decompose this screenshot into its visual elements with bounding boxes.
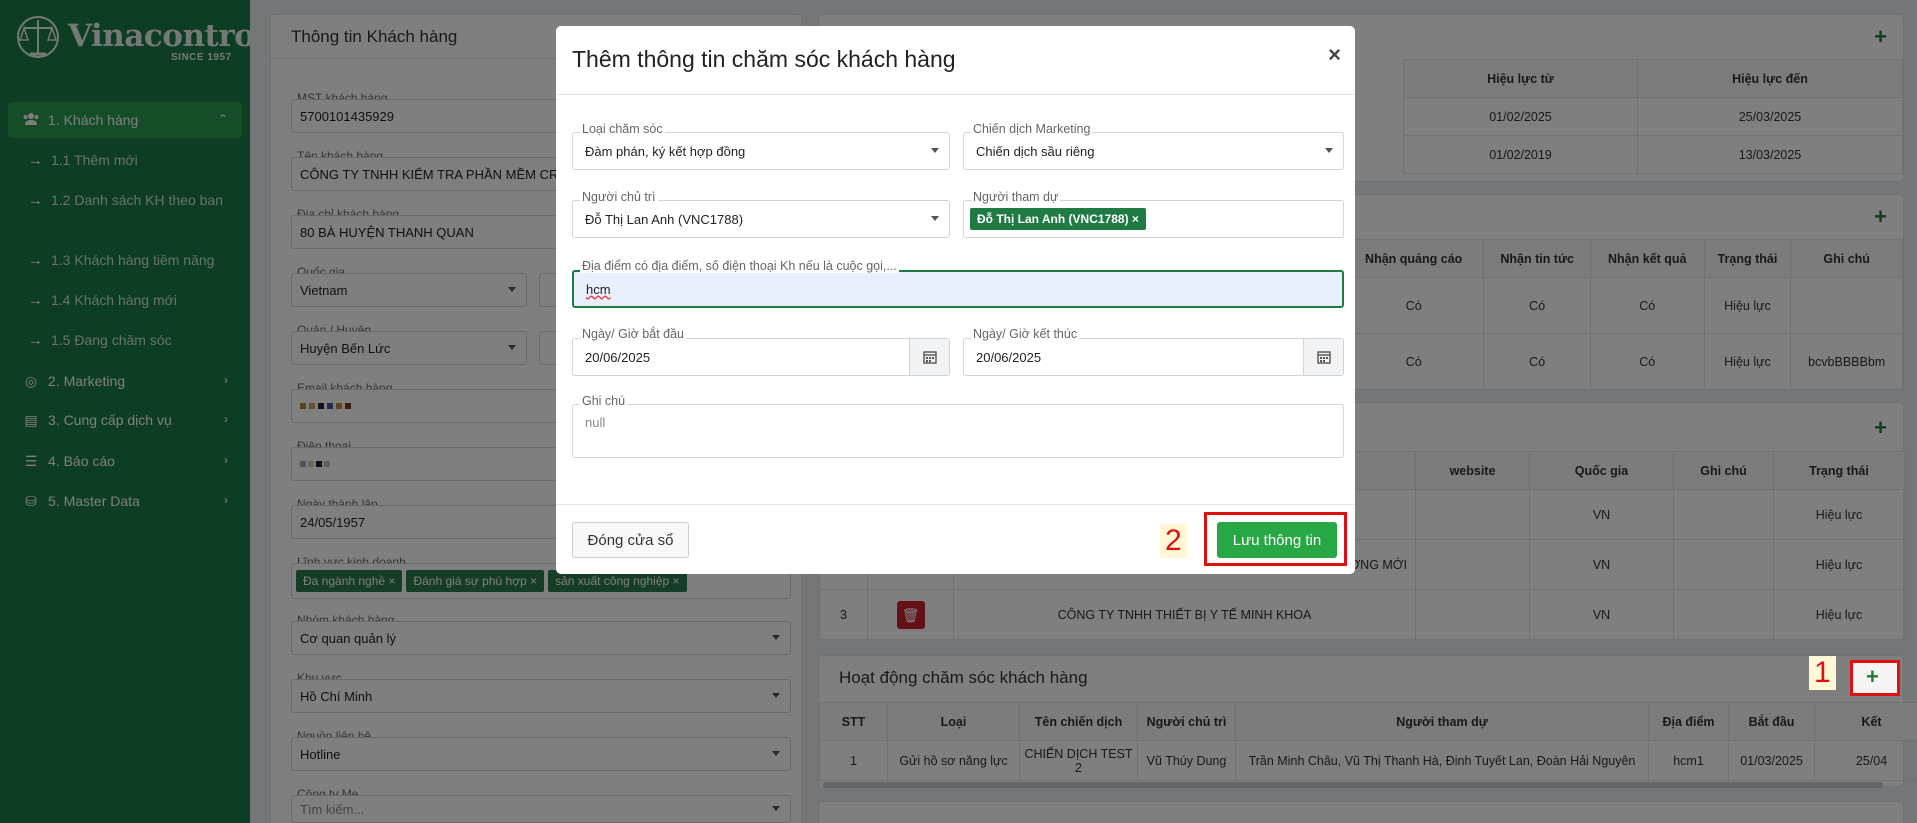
location-label: Địa điểm có địa điểm, số điện thoại Kh n…	[580, 259, 899, 273]
divider	[556, 504, 1355, 505]
close-window-button[interactable]: Đóng cửa sổ	[572, 522, 689, 558]
host-label: Người chủ trì	[580, 190, 658, 204]
host-select[interactable]: Đỗ Thị Lan Anh (VNC1788)	[572, 200, 950, 238]
location-value: hcm	[586, 281, 611, 297]
save-button[interactable]: Lưu thông tin	[1217, 522, 1337, 558]
start-date-label: Ngày/ Giờ bắt đầu	[580, 327, 687, 341]
end-date-value: 20/06/2025	[976, 349, 1042, 365]
campaign-value: Chiến dịch sầu riêng	[976, 143, 1095, 159]
campaign-select[interactable]: Chiến dịch sầu riêng	[963, 132, 1344, 170]
start-date-value: 20/06/2025	[585, 349, 651, 365]
attendees-label: Người tham dự	[971, 190, 1061, 204]
tag-remove-icon[interactable]: ×	[1132, 212, 1139, 226]
caret-down-icon	[931, 148, 939, 153]
calendar-button[interactable]	[909, 339, 949, 375]
campaign-label: Chiến dịch Marketing	[971, 122, 1093, 136]
modal-title: Thêm thông tin chăm sóc khách hàng	[572, 46, 956, 72]
calendar-icon	[1316, 351, 1331, 364]
caret-down-icon	[931, 216, 939, 221]
attendee-tag[interactable]: Đỗ Thị Lan Anh (VNC1788) ×	[970, 208, 1146, 230]
care-type-select[interactable]: Đàm phán, ký kết hợp đồng	[572, 132, 950, 170]
care-info-modal: Thêm thông tin chăm sóc khách hàng × Đàm…	[556, 26, 1355, 574]
close-icon[interactable]: ×	[1328, 42, 1341, 68]
note-placeholder: null	[585, 415, 606, 430]
end-date-input[interactable]: 20/06/2025	[963, 338, 1344, 376]
calendar-button[interactable]	[1303, 339, 1343, 375]
start-date-input[interactable]: 20/06/2025	[572, 338, 950, 376]
attendee-tag-label: Đỗ Thị Lan Anh (VNC1788)	[977, 212, 1129, 226]
divider	[556, 94, 1355, 95]
step-1-marker: 1	[1809, 656, 1836, 690]
note-label: Ghi chú	[580, 394, 628, 408]
location-input[interactable]: hcm	[572, 270, 1344, 308]
caret-down-icon	[1325, 148, 1333, 153]
end-date-label: Ngày/ Giờ kết thúc	[971, 327, 1080, 341]
step-1-highlight	[1850, 660, 1900, 696]
host-value: Đỗ Thị Lan Anh (VNC1788)	[585, 211, 744, 227]
attendees-field[interactable]: Đỗ Thị Lan Anh (VNC1788) ×	[963, 200, 1344, 238]
calendar-icon	[922, 351, 937, 364]
step-2-marker: 2	[1160, 524, 1187, 558]
note-textarea[interactable]: null	[572, 404, 1344, 458]
care-type-value: Đàm phán, ký kết hợp đồng	[585, 143, 746, 159]
care-type-label: Loại chăm sóc	[580, 122, 665, 136]
